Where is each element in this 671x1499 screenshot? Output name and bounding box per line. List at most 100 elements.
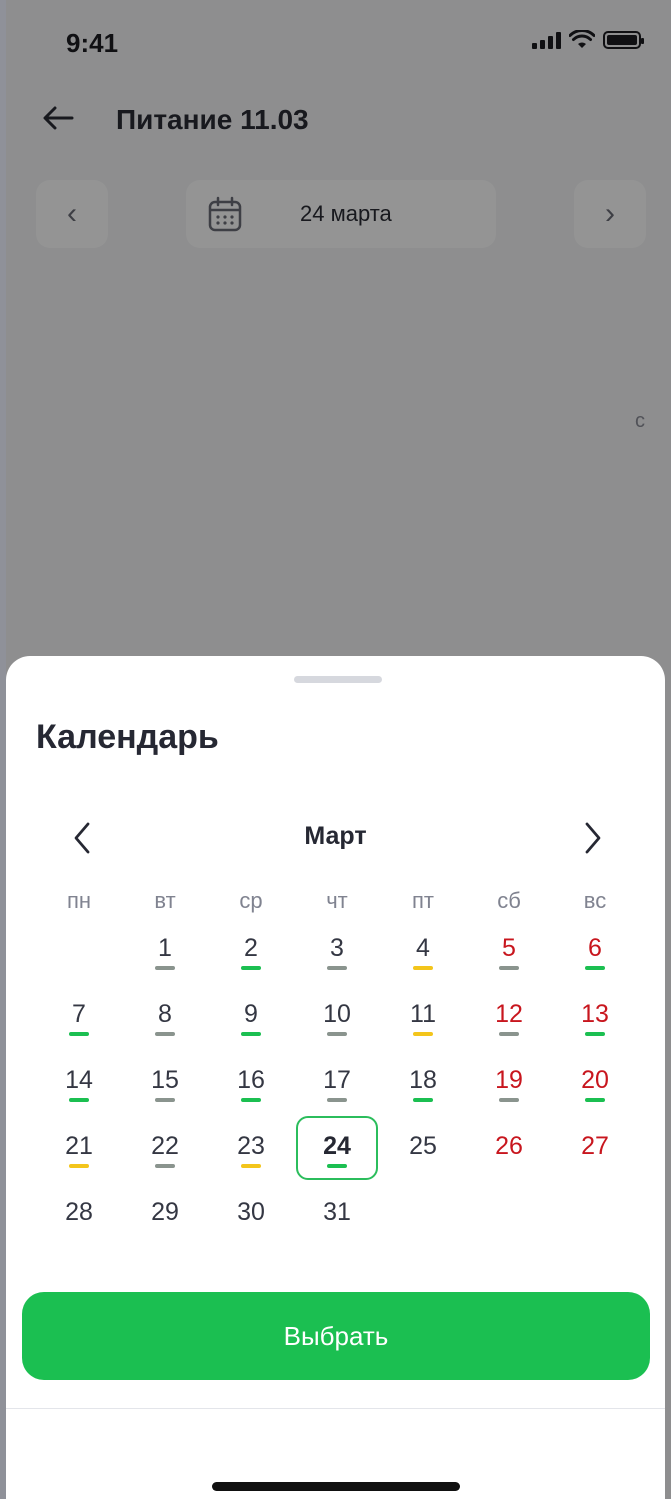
sheet-grabber[interactable] bbox=[294, 676, 382, 683]
select-button[interactable]: Выбрать bbox=[22, 1292, 650, 1380]
nutrition-status-indicator bbox=[69, 1032, 89, 1036]
calendar-day[interactable]: 14 bbox=[36, 1050, 122, 1116]
calendar-day-number: 26 bbox=[495, 1131, 523, 1160]
calendar-day[interactable]: 18 bbox=[380, 1050, 466, 1116]
calendar-day[interactable]: 29 bbox=[122, 1182, 208, 1248]
nutrition-status-indicator bbox=[69, 1098, 89, 1102]
calendar-day[interactable]: 23 bbox=[208, 1116, 294, 1182]
calendar-day[interactable]: 12 bbox=[466, 984, 552, 1050]
nutrition-status-indicator bbox=[327, 1164, 347, 1168]
calendar-bottom-sheet: Календарь Март пн вт ср чт пт сб вс 1234… bbox=[6, 656, 665, 1499]
calendar-day-number: 7 bbox=[72, 999, 86, 1028]
next-month-button[interactable] bbox=[573, 818, 613, 858]
sheet-title: Календарь bbox=[36, 718, 219, 756]
calendar-day[interactable]: 31 bbox=[294, 1182, 380, 1248]
calendar-day[interactable]: 27 bbox=[552, 1116, 638, 1182]
nutrition-status-indicator bbox=[155, 966, 175, 970]
calendar-day-number: 24 bbox=[323, 1131, 351, 1160]
calendar-day[interactable]: 13 bbox=[552, 984, 638, 1050]
calendar-day[interactable]: 1 bbox=[122, 918, 208, 984]
calendar-day[interactable]: 22 bbox=[122, 1116, 208, 1182]
calendar-day[interactable]: 16 bbox=[208, 1050, 294, 1116]
nutrition-status-indicator bbox=[155, 1032, 175, 1036]
calendar-day-number: 3 bbox=[330, 933, 344, 962]
calendar-day-number: 15 bbox=[151, 1065, 179, 1094]
calendar-day[interactable]: 25 bbox=[380, 1116, 466, 1182]
calendar-day-number: 16 bbox=[237, 1065, 265, 1094]
calendar-day-number: 25 bbox=[409, 1131, 437, 1160]
calendar-day-number: 6 bbox=[588, 933, 602, 962]
calendar-day[interactable]: 30 bbox=[208, 1182, 294, 1248]
calendar-day-number: 20 bbox=[581, 1065, 609, 1094]
weekday-label: ср bbox=[239, 888, 263, 913]
month-navigator: Март bbox=[6, 816, 665, 862]
calendar-day-number: 17 bbox=[323, 1065, 351, 1094]
calendar-day[interactable]: 10 bbox=[294, 984, 380, 1050]
calendar-day[interactable]: 2 bbox=[208, 918, 294, 984]
nutrition-status-indicator bbox=[155, 1098, 175, 1102]
calendar-day-number: 11 bbox=[410, 999, 436, 1028]
nutrition-status-indicator bbox=[499, 966, 519, 970]
calendar-day-number: 2 bbox=[244, 933, 258, 962]
nutrition-status-indicator bbox=[585, 966, 605, 970]
nutrition-status-indicator bbox=[327, 1098, 347, 1102]
nutrition-status-indicator bbox=[241, 1098, 261, 1102]
nutrition-status-indicator bbox=[327, 1032, 347, 1036]
weekday-label: вт bbox=[154, 888, 176, 913]
calendar-day[interactable]: 5 bbox=[466, 918, 552, 984]
nutrition-status-indicator bbox=[499, 1098, 519, 1102]
calendar-day-number: 21 bbox=[65, 1131, 93, 1160]
nutrition-status-indicator bbox=[241, 1164, 261, 1168]
calendar-day-number: 19 bbox=[495, 1065, 523, 1094]
home-indicator bbox=[212, 1482, 460, 1491]
chevron-right-icon bbox=[585, 822, 601, 854]
calendar-day-number: 18 bbox=[409, 1065, 437, 1094]
calendar-day[interactable]: 6 bbox=[552, 918, 638, 984]
weekday-header: пн вт ср чт пт сб вс bbox=[36, 888, 636, 914]
calendar-day-number: 14 bbox=[65, 1065, 93, 1094]
nutrition-status-indicator bbox=[241, 966, 261, 970]
calendar-day[interactable]: 17 bbox=[294, 1050, 380, 1116]
nutrition-status-indicator bbox=[585, 1032, 605, 1036]
calendar-day[interactable]: 21 bbox=[36, 1116, 122, 1182]
calendar-day-number: 31 bbox=[323, 1197, 351, 1226]
calendar-day[interactable]: 28 bbox=[36, 1182, 122, 1248]
calendar-day-number: 27 bbox=[581, 1131, 609, 1160]
calendar-day[interactable]: 19 bbox=[466, 1050, 552, 1116]
nutrition-status-indicator bbox=[499, 1032, 519, 1036]
calendar-empty-cell bbox=[36, 918, 122, 984]
calendar-day-number: 8 bbox=[158, 999, 172, 1028]
weekday-label: вс bbox=[583, 888, 607, 913]
calendar-day[interactable]: 7 bbox=[36, 984, 122, 1050]
divider bbox=[6, 1408, 665, 1409]
calendar-day[interactable]: 11 bbox=[380, 984, 466, 1050]
calendar-day-number: 10 bbox=[323, 999, 351, 1028]
weekday-label: пн bbox=[66, 888, 92, 913]
calendar-day-number: 29 bbox=[151, 1197, 179, 1226]
nutrition-status-indicator bbox=[413, 966, 433, 970]
calendar-day-number: 23 bbox=[237, 1131, 265, 1160]
calendar-day-number: 4 bbox=[416, 933, 430, 962]
weekday-label: сб bbox=[497, 888, 521, 913]
calendar-day-number: 30 bbox=[237, 1197, 265, 1226]
calendar-day-number: 28 bbox=[65, 1197, 93, 1226]
calendar-day[interactable]: 4 bbox=[380, 918, 466, 984]
calendar-day[interactable]: 8 bbox=[122, 984, 208, 1050]
calendar-day-number: 22 bbox=[151, 1131, 179, 1160]
nutrition-status-indicator bbox=[413, 1098, 433, 1102]
nutrition-status-indicator bbox=[413, 1032, 433, 1036]
calendar-day[interactable]: 20 bbox=[552, 1050, 638, 1116]
month-label: Март bbox=[304, 822, 367, 850]
calendar-day-selected[interactable]: 24 bbox=[294, 1116, 380, 1182]
calendar-days-grid: 1 2 3 4 5 6 7 8 9 10 11 12 13 14 15 16 17 18 19 20 21 22 23 24 2… bbox=[36, 918, 636, 1248]
calendar-day[interactable]: 3 bbox=[294, 918, 380, 984]
calendar-day-number: 12 bbox=[495, 999, 523, 1028]
weekday-label: чт bbox=[326, 888, 348, 913]
calendar-day[interactable]: 15 bbox=[122, 1050, 208, 1116]
nutrition-status-indicator bbox=[241, 1032, 261, 1036]
calendar-day-number: 5 bbox=[502, 933, 516, 962]
nutrition-status-indicator bbox=[327, 966, 347, 970]
calendar-day[interactable]: 26 bbox=[466, 1116, 552, 1182]
calendar-day-number: 9 bbox=[244, 999, 258, 1028]
calendar-day[interactable]: 9 bbox=[208, 984, 294, 1050]
